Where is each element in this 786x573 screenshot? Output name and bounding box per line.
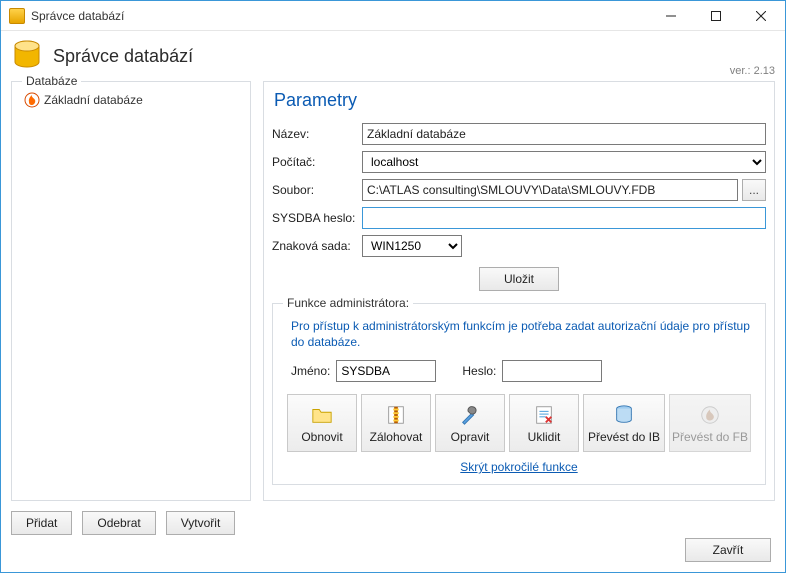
name-label: Název:: [272, 127, 362, 141]
save-button[interactable]: Uložit: [479, 267, 559, 291]
folder-icon: [308, 403, 336, 427]
browse-button[interactable]: ...: [742, 179, 766, 201]
parameters-group: Parametry Název: Počítač: localhost Soub…: [263, 81, 775, 501]
name-input[interactable]: [362, 123, 766, 145]
row-sysdba-password: SYSDBA heslo:: [272, 207, 766, 229]
archive-icon: [382, 403, 410, 427]
firebird-gray-icon: [696, 403, 724, 427]
sysdba-password-input[interactable]: [362, 207, 766, 229]
close-button[interactable]: [738, 2, 783, 30]
admin-tool-buttons: Obnovit Zálohovat: [287, 394, 751, 452]
database-buttons: Přidat Odebrat Vytvořit: [11, 511, 251, 535]
footer: Zavřít: [685, 538, 771, 562]
app-icon: [9, 8, 25, 24]
row-name: Název:: [272, 123, 766, 145]
computer-select[interactable]: localhost: [362, 151, 766, 173]
right-column: Parametry Název: Počítač: localhost Soub…: [263, 81, 775, 535]
admin-group-title: Funkce administrátora:: [283, 296, 413, 310]
close-icon: [756, 11, 766, 21]
file-label: Soubor:: [272, 183, 362, 197]
sysdba-password-label: SYSDBA heslo:: [272, 211, 362, 225]
admin-user-label: Jméno:: [291, 364, 330, 378]
left-column: Databáze Základní databáze Přidat: [11, 81, 251, 535]
parameters-title: Parametry: [274, 90, 766, 111]
database-stack-icon: [610, 403, 638, 427]
firebird-icon: [24, 92, 40, 108]
database-list[interactable]: Základní databáze: [20, 90, 242, 492]
add-button[interactable]: Přidat: [11, 511, 72, 535]
remove-button[interactable]: Odebrat: [82, 511, 155, 535]
hide-advanced-link[interactable]: Skrýt pokročilé funkce: [460, 460, 577, 474]
cleanup-button[interactable]: Uklidit: [509, 394, 579, 452]
row-file: Soubor: ...: [272, 179, 766, 201]
title-bar: Správce databází: [1, 1, 785, 31]
tool-label: Zálohovat: [370, 430, 423, 444]
admin-user-input[interactable]: [336, 360, 436, 382]
page-title: Správce databází: [53, 46, 193, 67]
maximize-icon: [711, 11, 721, 21]
create-button[interactable]: Vytvořit: [166, 511, 236, 535]
tools-icon: [456, 403, 484, 427]
minimize-button[interactable]: [648, 2, 693, 30]
convert-to-ib-button[interactable]: Převést do IB: [583, 394, 665, 452]
admin-password-label: Heslo:: [462, 364, 496, 378]
minimize-icon: [666, 11, 676, 21]
backup-button[interactable]: Zálohovat: [361, 394, 431, 452]
database-icon: [11, 39, 43, 73]
admin-info-text: Pro přístup k administrátorským funkcím …: [291, 318, 755, 350]
main-area: Databáze Základní databáze Přidat: [1, 81, 785, 535]
restore-button[interactable]: Obnovit: [287, 394, 357, 452]
charset-label: Znaková sada:: [272, 239, 362, 253]
convert-to-fb-button: Převést do FB: [669, 394, 751, 452]
database-list-title: Databáze: [22, 74, 81, 88]
computer-label: Počítač:: [272, 155, 362, 169]
row-charset: Znaková sada: WIN1250: [272, 235, 766, 257]
admin-functions-group: Funkce administrátora: Pro přístup k adm…: [272, 303, 766, 485]
tool-label: Převést do FB: [672, 430, 748, 444]
list-item[interactable]: Základní databáze: [20, 90, 242, 110]
admin-credentials-row: Jméno: Heslo:: [291, 360, 755, 382]
window-title: Správce databází: [31, 9, 124, 23]
header: Správce databází ver.: 2.13: [1, 31, 785, 81]
charset-select[interactable]: WIN1250: [362, 235, 462, 257]
hide-advanced-row: Skrýt pokročilé funkce: [283, 460, 755, 474]
save-row: Uložit: [272, 267, 766, 291]
close-dialog-button[interactable]: Zavřít: [685, 538, 771, 562]
repair-button[interactable]: Opravit: [435, 394, 505, 452]
version-label: ver.: 2.13: [730, 65, 775, 77]
row-computer: Počítač: localhost: [272, 151, 766, 173]
tool-label: Uklidit: [528, 430, 561, 444]
window-controls: [648, 2, 783, 30]
tool-label: Opravit: [451, 430, 490, 444]
database-list-group: Databáze Základní databáze: [11, 81, 251, 501]
app-window: Správce databází Správce databází ver.: …: [0, 0, 786, 573]
maximize-button[interactable]: [693, 2, 738, 30]
tool-label: Převést do IB: [588, 430, 660, 444]
admin-password-input[interactable]: [502, 360, 602, 382]
list-item-label: Základní databáze: [44, 93, 143, 107]
tool-label: Obnovit: [301, 430, 342, 444]
note-icon: [530, 403, 558, 427]
file-input[interactable]: [362, 179, 738, 201]
